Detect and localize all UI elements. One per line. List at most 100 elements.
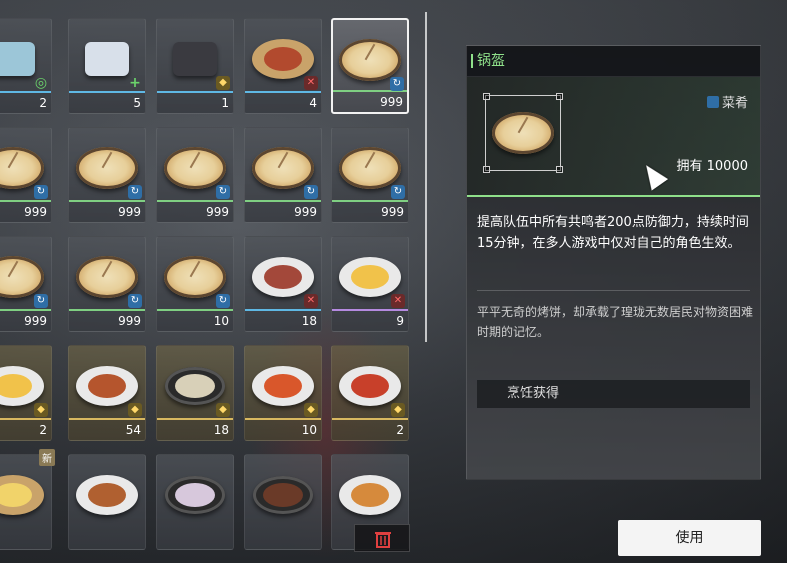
item-count: 1: [221, 96, 229, 110]
inventory-item[interactable]: ↻ 999: [331, 127, 409, 223]
gold-effect-icon: ◆: [216, 403, 230, 417]
category-label: 菜肴: [721, 96, 748, 111]
broth-icon: [253, 476, 313, 514]
soup-icon: [165, 367, 225, 405]
item-count: 4: [309, 96, 317, 110]
capsule-icon: [0, 42, 35, 76]
pie-icon: [0, 256, 44, 298]
pie-icon: [76, 147, 138, 189]
plate-contents: [88, 483, 126, 507]
plate-contents: [264, 374, 302, 398]
blue-effect-icon: ↻: [128, 294, 142, 308]
cake-icon: [76, 475, 138, 515]
inventory-item[interactable]: ◆ 18: [156, 345, 234, 441]
item-count: 999: [118, 205, 141, 219]
rarity-bar: [157, 200, 233, 202]
rarity-bar: [0, 418, 51, 420]
bowl-contents: [175, 374, 215, 398]
inventory-item[interactable]: ◆ 2: [0, 345, 52, 441]
rarity-bar: [69, 200, 145, 202]
item-count: 999: [206, 205, 229, 219]
rarity-bar: [0, 91, 51, 93]
meat-icon: [252, 257, 314, 297]
skewers-icon: [252, 39, 314, 79]
inventory-item[interactable]: ◆ 10: [244, 345, 322, 441]
frame-corner: [556, 93, 563, 100]
item-image-frame: [483, 93, 563, 173]
blue-effect-icon: ↻: [34, 294, 48, 308]
item-description: 提高队伍中所有共鸣者200点防御力，持续时间15分钟，在多人游戏中仅对自己的角色…: [477, 215, 749, 251]
omelette-icon: [0, 366, 44, 406]
scrollbar[interactable]: [425, 12, 427, 342]
pie-icon: [0, 147, 44, 189]
rarity-bar: [245, 418, 321, 420]
crystal-icon: [173, 42, 217, 76]
item-count: 54: [125, 423, 141, 437]
blue-effect-icon: ↻: [391, 185, 405, 199]
item-source[interactable]: 烹饪获得: [477, 380, 750, 408]
gold-effect-icon: ◆: [216, 76, 230, 90]
item-count: 18: [301, 314, 317, 328]
gold-effect-icon: ◆: [128, 403, 142, 417]
item-name: 锅盔: [467, 46, 760, 77]
fish-icon: [76, 366, 138, 406]
inventory-item[interactable]: ◆ 1: [156, 18, 234, 114]
pie-icon: [76, 256, 138, 298]
inventory-item[interactable]: [68, 454, 146, 550]
dessert-icon: [165, 476, 225, 514]
trash-icon: [375, 532, 391, 548]
inventory-item[interactable]: [244, 454, 322, 550]
dish-category-icon: [706, 96, 719, 108]
inventory-item[interactable]: ↻ 999: [244, 127, 322, 223]
use-button[interactable]: 使用: [618, 520, 761, 556]
pack-icon: [85, 42, 129, 76]
inventory-item[interactable]: +5: [68, 18, 146, 114]
plus-effect-icon: +: [129, 75, 141, 91]
divider: [477, 290, 750, 291]
rarity-bar: [157, 418, 233, 420]
item-count: 9: [396, 314, 404, 328]
new-badge: 新: [39, 449, 55, 466]
title-accent: [471, 54, 473, 68]
item-count: 999: [294, 205, 317, 219]
inventory-item[interactable]: ↻ 10: [156, 236, 234, 332]
rarity-bar: [332, 309, 408, 311]
inventory-item[interactable]: ↻ 999: [331, 18, 409, 114]
inventory-item[interactable]: ↻ 999: [156, 127, 234, 223]
plate-contents: [264, 47, 302, 71]
gold-effect-icon: ◆: [304, 403, 318, 417]
rarity-bar: [0, 309, 51, 311]
item-count: 5: [133, 96, 141, 110]
inventory-item[interactable]: ↻ 999: [0, 127, 52, 223]
inventory-item[interactable]: ◆ 2: [331, 345, 409, 441]
item-count: 2: [39, 96, 47, 110]
pie-icon: [164, 147, 226, 189]
popcorn-icon: [0, 475, 44, 515]
inventory-item[interactable]: ↻ 999: [68, 127, 146, 223]
discard-button[interactable]: [354, 524, 410, 552]
red-effect-icon: ✕: [304, 76, 318, 90]
plate-contents: [351, 265, 389, 289]
plate-contents: [0, 374, 32, 398]
inventory-item[interactable]: [156, 454, 234, 550]
plate-contents: [351, 483, 389, 507]
rarity-bar: [0, 200, 51, 202]
item-count: 999: [381, 205, 404, 219]
item-count: 10: [213, 314, 229, 328]
item-category: 菜肴: [706, 92, 748, 111]
inventory-item[interactable]: ✕ 9: [331, 236, 409, 332]
item-hero: 菜肴 拥有 10000: [467, 77, 760, 197]
inventory-item[interactable]: ◎ 2: [0, 18, 52, 114]
rarity-bar: [157, 309, 233, 311]
inventory-item[interactable]: ↻ 999: [0, 236, 52, 332]
frame-corner: [556, 166, 563, 173]
owned-count: 拥有 10000: [676, 159, 749, 174]
inventory-item[interactable]: ✕ 18: [244, 236, 322, 332]
inventory-item[interactable]: ↻ 999: [68, 236, 146, 332]
inventory-item[interactable]: ✕ 4: [244, 18, 322, 114]
item-flavor-text: 平平无奇的烤饼，却承载了瑝珑无数居民对物资困难时期的记忆。: [477, 305, 754, 339]
bowl-contents: [263, 483, 303, 507]
inventory-item[interactable]: ◆ 54: [68, 345, 146, 441]
inventory-item[interactable]: 新: [0, 449, 55, 550]
shrimp-icon: [252, 366, 314, 406]
